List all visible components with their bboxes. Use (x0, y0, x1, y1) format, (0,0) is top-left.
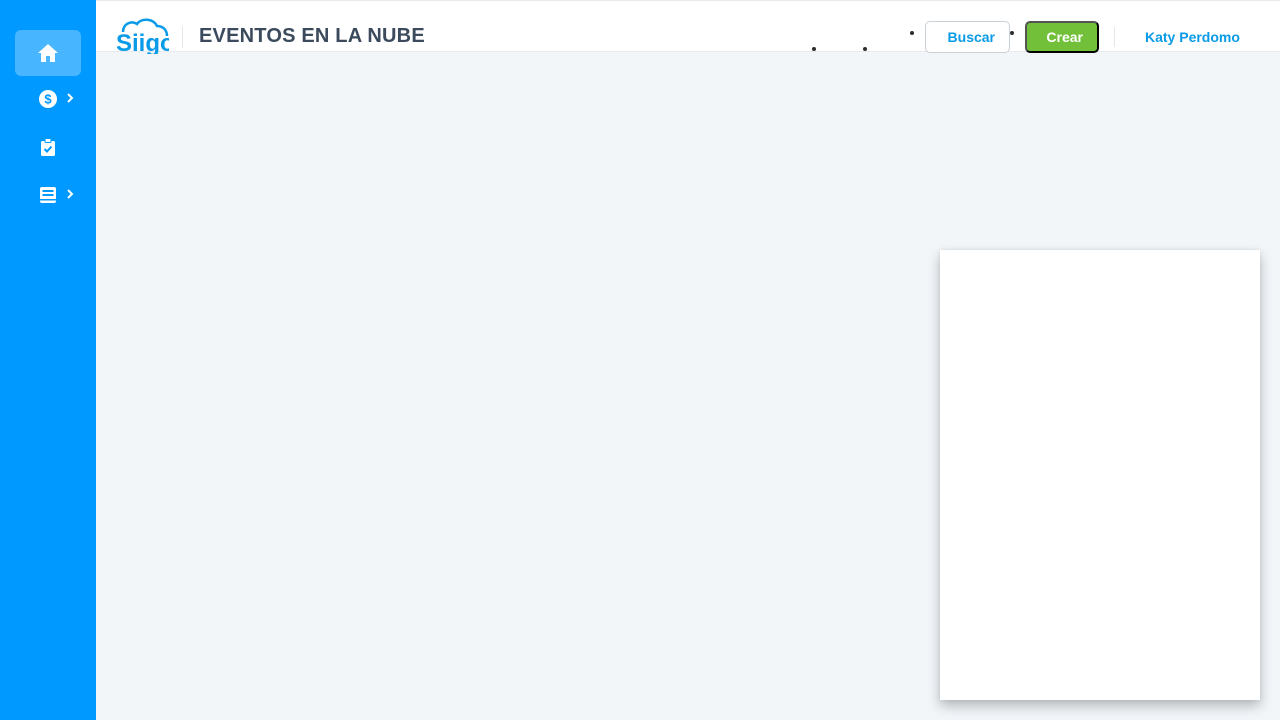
menu-dot (910, 31, 914, 35)
sidebar-item-tasks[interactable] (15, 124, 81, 170)
user-divider (1114, 27, 1115, 47)
page-title: EVENTOS EN LA NUBE (199, 25, 425, 47)
home-icon (37, 43, 59, 63)
menu-dot (812, 47, 816, 51)
top-bar: Siigo EVENTOS EN LA NUBE Buscar Crear Ka… (96, 0, 1280, 57)
dollar-circle-icon: $ (39, 90, 57, 108)
sidebar-item-home[interactable] (15, 30, 81, 76)
menu-dot (1010, 31, 1014, 35)
sidebar-item-finance[interactable]: $ (15, 76, 81, 122)
clipboard-check-icon (40, 138, 56, 156)
create-button[interactable]: Crear (1025, 21, 1099, 53)
svg-text:$: $ (44, 92, 52, 107)
book-icon (39, 186, 57, 204)
siigo-logo[interactable]: Siigo (115, 18, 175, 59)
floating-panel (940, 250, 1260, 700)
logo-divider (182, 26, 183, 48)
user-menu[interactable]: Katy Perdomo (1145, 29, 1240, 45)
chevron-right-icon (66, 189, 74, 199)
menu-dot (863, 47, 867, 51)
search-button[interactable]: Buscar (925, 21, 1010, 53)
chevron-right-icon (66, 93, 74, 103)
svg-text:Siigo: Siigo (116, 30, 169, 54)
sidebar-item-reports[interactable] (15, 172, 81, 218)
sidebar: $ (0, 0, 96, 720)
